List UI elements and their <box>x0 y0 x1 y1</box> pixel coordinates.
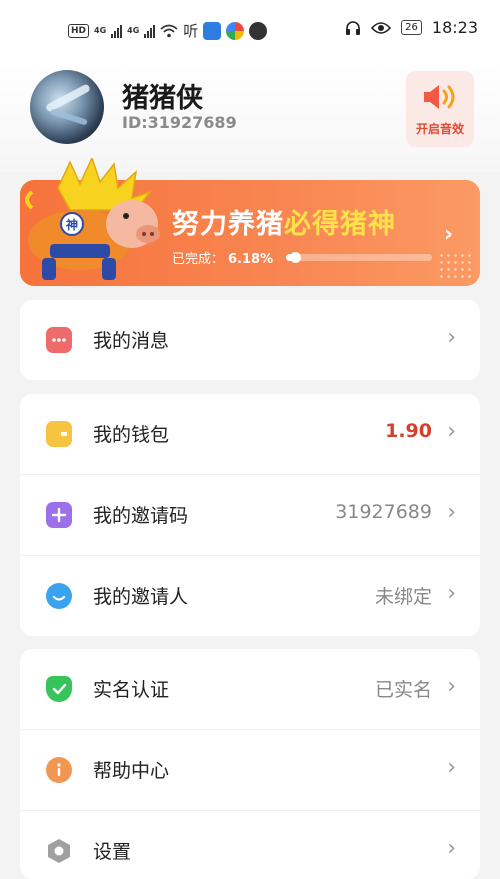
chevron-right-icon: › <box>447 500 456 525</box>
chevron-right-icon: › <box>447 325 456 350</box>
menu-item-inviter[interactable]: 我的邀请人 未绑定 › <box>20 555 480 636</box>
progress-text: 已完成： 6.18% <box>172 248 273 267</box>
menu-item-label: 我的邀请人 <box>93 586 189 608</box>
progress-label: 已完成： <box>172 252 225 267</box>
menu-item-real-name-verification[interactable]: 实名认证 已实名 › <box>20 649 480 729</box>
menu-item-label: 我的钱包 <box>93 424 170 446</box>
speaker-icon <box>424 85 455 109</box>
headphone-icon <box>346 20 361 35</box>
wallet-icon <box>46 421 72 447</box>
menu-item-messages[interactable]: 我的消息 › <box>20 300 480 380</box>
banner-chevron-right-icon: › <box>444 222 454 247</box>
settings-icon <box>46 838 72 864</box>
menu-group-wallet: 我的钱包 1.90 › 我的邀请码 31927689 › 我的邀请人 未绑定 › <box>20 394 480 636</box>
signal-icon-2 <box>144 24 156 38</box>
listen-app-icon: 听 <box>183 22 199 40</box>
user-id: ID:31927689 <box>122 113 237 132</box>
banner-title-prefix: 努力养猪 <box>172 209 284 240</box>
status-bar: HD 4G 4G 听 26 18:23 <box>0 0 500 62</box>
app-circle-icon <box>249 21 268 40</box>
menu-item-label: 实名认证 <box>93 679 170 701</box>
pig-mascot-icon: 神 <box>25 158 160 280</box>
menu-item-label: 我的邀请码 <box>93 505 189 527</box>
network-4g-label: 4G <box>94 26 107 35</box>
invite-code-icon <box>46 502 72 528</box>
eye-icon <box>371 21 392 34</box>
colorful-app-icon <box>226 21 245 40</box>
menu-item-label: 我的消息 <box>93 330 170 352</box>
signal-icon <box>111 24 123 38</box>
banner-title: 努力养猪必得猪神 <box>172 202 396 241</box>
pig-raising-banner[interactable]: 神 努力养猪必得猪神 已完成： 6.18% › <box>20 158 480 286</box>
verification-status: 已实名 <box>374 679 432 701</box>
progress-bar <box>286 252 432 263</box>
chevron-right-icon: › <box>447 581 456 606</box>
invite-code-value: 31927689 <box>335 501 432 523</box>
wallet-balance: 1.90 <box>385 420 432 442</box>
inviter-icon <box>46 583 72 609</box>
menu-item-help-center[interactable]: 帮助中心 › <box>20 729 480 810</box>
progress-bar-knob <box>290 252 302 263</box>
battery-indicator: 26 <box>401 20 422 35</box>
status-time: 18:23 <box>431 18 478 37</box>
sound-effect-label: 开启音效 <box>415 122 464 136</box>
banner-title-highlight: 必得猪神 <box>284 209 396 240</box>
chevron-right-icon: › <box>447 836 456 861</box>
status-right: 26 18:23 <box>345 18 478 37</box>
inviter-value: 未绑定 <box>374 586 432 608</box>
chevron-right-icon: › <box>447 755 456 780</box>
app-notification-icon <box>203 21 222 40</box>
sound-effect-button[interactable]: 开启音效 <box>406 71 474 147</box>
status-left: HD 4G 4G 听 <box>68 20 268 41</box>
message-icon <box>46 327 72 353</box>
chevron-right-icon: › <box>447 419 456 444</box>
decorative-dots <box>438 252 472 278</box>
verified-icon <box>46 676 72 702</box>
menu-group-account: 实名认证 已实名 › 帮助中心 › 设置 › <box>20 649 480 879</box>
svg-text:神: 神 <box>66 217 78 232</box>
hd-indicator: HD <box>68 23 90 38</box>
profile-header: 猪猪侠 ID:31927689 开启音效 <box>0 62 500 172</box>
menu-item-settings[interactable]: 设置 › <box>20 810 480 879</box>
username: 猪猪侠 <box>122 83 203 114</box>
menu-group-messages: 我的消息 › <box>20 300 480 380</box>
progress-value: 6.18% <box>228 252 274 267</box>
network-4g-label-2: 4G <box>127 26 140 35</box>
menu-item-label: 设置 <box>93 841 132 863</box>
chevron-right-icon: › <box>447 674 456 699</box>
menu-item-invite-code[interactable]: 我的邀请码 31927689 › <box>20 474 480 555</box>
menu-item-wallet[interactable]: 我的钱包 1.90 › <box>20 394 480 474</box>
menu-item-label: 帮助中心 <box>93 760 170 782</box>
avatar[interactable] <box>30 70 104 144</box>
help-info-icon <box>46 757 72 783</box>
wifi-icon <box>160 24 178 37</box>
